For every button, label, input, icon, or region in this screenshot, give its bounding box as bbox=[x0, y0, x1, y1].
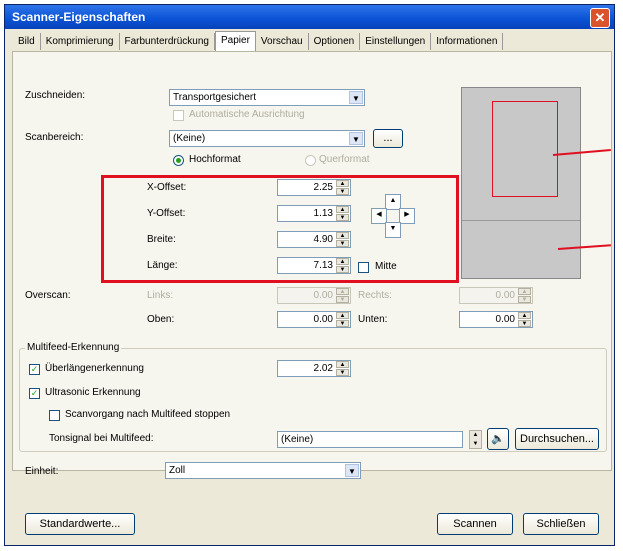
landscape-label: Querformat bbox=[319, 154, 370, 165]
title-bar: Scanner-Eigenschaften ✕ bbox=[5, 5, 614, 29]
dropdown-arrow-icon[interactable]: ▼ bbox=[349, 132, 363, 145]
overlength-stepper[interactable]: 2.02 ▲ ▼ bbox=[277, 360, 351, 377]
sound-spinner[interactable]: ▲ ▼ bbox=[469, 430, 482, 449]
dropdown-arrow-icon[interactable]: ▼ bbox=[349, 91, 363, 104]
stop-on-multifeed-label: Scanvorgang nach Multifeed stoppen bbox=[65, 409, 231, 420]
overscan-left-stepper[interactable]: 0.00 ▲ ▼ bbox=[277, 287, 351, 304]
multifeed-group-label: Multifeed-Erkennung bbox=[25, 342, 122, 353]
auto-align-checkbox[interactable] bbox=[173, 110, 184, 121]
defaults-button[interactable]: Standardwerte... bbox=[25, 513, 135, 535]
overscan-bottom-stepper[interactable]: 0.00 ▲ ▼ bbox=[459, 311, 533, 328]
overscan-top-label: Oben: bbox=[147, 314, 175, 325]
spin-up-icon[interactable]: ▲ bbox=[336, 288, 349, 295]
scan-area-value: (Keine) bbox=[173, 133, 206, 144]
scan-area-more-button[interactable]: ... bbox=[373, 129, 403, 148]
tab-vorschau[interactable]: Vorschau bbox=[256, 33, 309, 50]
overscan-label: Overscan: bbox=[25, 290, 71, 301]
overscan-top-stepper[interactable]: 0.00 ▲ ▼ bbox=[277, 311, 351, 328]
overlength-checkbox[interactable]: ✓ bbox=[29, 364, 40, 375]
scan-area-label: Scanbereich: bbox=[25, 132, 84, 143]
close-icon[interactable]: ✕ bbox=[590, 8, 610, 28]
overscan-right-value: 0.00 bbox=[495, 290, 515, 301]
dropdown-arrow-icon[interactable]: ▼ bbox=[345, 464, 359, 477]
overscan-top-value: 0.00 bbox=[313, 314, 333, 325]
spin-down-icon[interactable]: ▼ bbox=[336, 369, 349, 376]
scan-button[interactable]: Scannen bbox=[437, 513, 513, 535]
sound-file-value: (Keine) bbox=[281, 434, 314, 445]
stop-on-multifeed-checkbox[interactable] bbox=[49, 410, 60, 421]
spin-up-icon[interactable]: ▲ bbox=[470, 431, 481, 440]
overscan-right-stepper[interactable]: 0.00 ▲ ▼ bbox=[459, 287, 533, 304]
overscan-left-value: 0.00 bbox=[313, 290, 333, 301]
unit-label: Einheit: bbox=[25, 466, 59, 477]
landscape-radio[interactable] bbox=[305, 155, 316, 166]
overscan-right-label: Rechts: bbox=[358, 290, 392, 301]
tab-optionen[interactable]: Optionen bbox=[309, 33, 361, 50]
portrait-radio[interactable] bbox=[173, 155, 184, 166]
unit-value: Zoll bbox=[169, 465, 186, 476]
overlength-label: Überlängenerkennung bbox=[45, 363, 144, 374]
browse-button[interactable]: Durchsuchen... bbox=[515, 428, 599, 450]
tab-informationen[interactable]: Informationen bbox=[431, 33, 504, 50]
size-highlight-frame bbox=[101, 175, 459, 283]
paper-tab-panel: Zuschneiden: Transportgesichert ▼ Automa… bbox=[12, 51, 612, 471]
spin-down-icon[interactable]: ▼ bbox=[336, 320, 349, 327]
spin-down-icon[interactable]: ▼ bbox=[336, 296, 349, 303]
unit-select[interactable]: Zoll ▼ bbox=[165, 462, 361, 479]
tab-bild[interactable]: Bild bbox=[13, 33, 41, 50]
speaker-icon[interactable]: 🔈 bbox=[487, 428, 509, 450]
preview-divider bbox=[462, 220, 580, 221]
spin-down-icon[interactable]: ▼ bbox=[470, 440, 481, 449]
spin-up-icon[interactable]: ▲ bbox=[336, 312, 349, 319]
spin-up-icon[interactable]: ▲ bbox=[518, 312, 531, 319]
auto-align-label: Automatische Ausrichtung bbox=[189, 109, 305, 120]
spin-down-icon[interactable]: ▼ bbox=[518, 296, 531, 303]
ultrasonic-checkbox[interactable]: ✓ bbox=[29, 388, 40, 399]
scan-area-rectangle[interactable] bbox=[492, 101, 558, 197]
portrait-label: Hochformat bbox=[189, 154, 241, 165]
overscan-left-label: Links: bbox=[147, 290, 174, 301]
sound-file-field[interactable]: (Keine) bbox=[277, 431, 463, 448]
close-button[interactable]: Schließen bbox=[523, 513, 599, 535]
tab-farbunterdrueckung[interactable]: Farbunterdrückung bbox=[120, 33, 215, 50]
tab-einstellungen[interactable]: Einstellungen bbox=[360, 33, 432, 50]
overscan-bottom-value: 0.00 bbox=[495, 314, 515, 325]
crop-select[interactable]: Transportgesichert ▼ bbox=[169, 89, 365, 106]
tab-komprimierung[interactable]: Komprimierung bbox=[41, 33, 120, 50]
crop-label: Zuschneiden: bbox=[25, 90, 86, 101]
crop-value: Transportgesichert bbox=[173, 92, 256, 103]
spin-down-icon[interactable]: ▼ bbox=[518, 320, 531, 327]
tab-papier[interactable]: Papier bbox=[215, 31, 256, 51]
ultrasonic-label: Ultrasonic Erkennung bbox=[45, 387, 141, 398]
scan-preview bbox=[461, 87, 581, 279]
sound-label: Tonsignal bei Multifeed: bbox=[49, 433, 154, 444]
overscan-bottom-label: Unten: bbox=[358, 314, 388, 325]
spin-up-icon[interactable]: ▲ bbox=[336, 361, 349, 368]
spin-up-icon[interactable]: ▲ bbox=[518, 288, 531, 295]
scan-area-select[interactable]: (Keine) ▼ bbox=[169, 130, 365, 147]
window-title: Scanner-Eigenschaften bbox=[12, 10, 146, 24]
tab-strip: Bild Komprimierung Farbunterdrückung Pap… bbox=[13, 31, 504, 51]
overlength-value: 2.02 bbox=[313, 363, 333, 374]
scanner-properties-window: Scanner-Eigenschaften ✕ Bild Komprimieru… bbox=[4, 4, 615, 546]
